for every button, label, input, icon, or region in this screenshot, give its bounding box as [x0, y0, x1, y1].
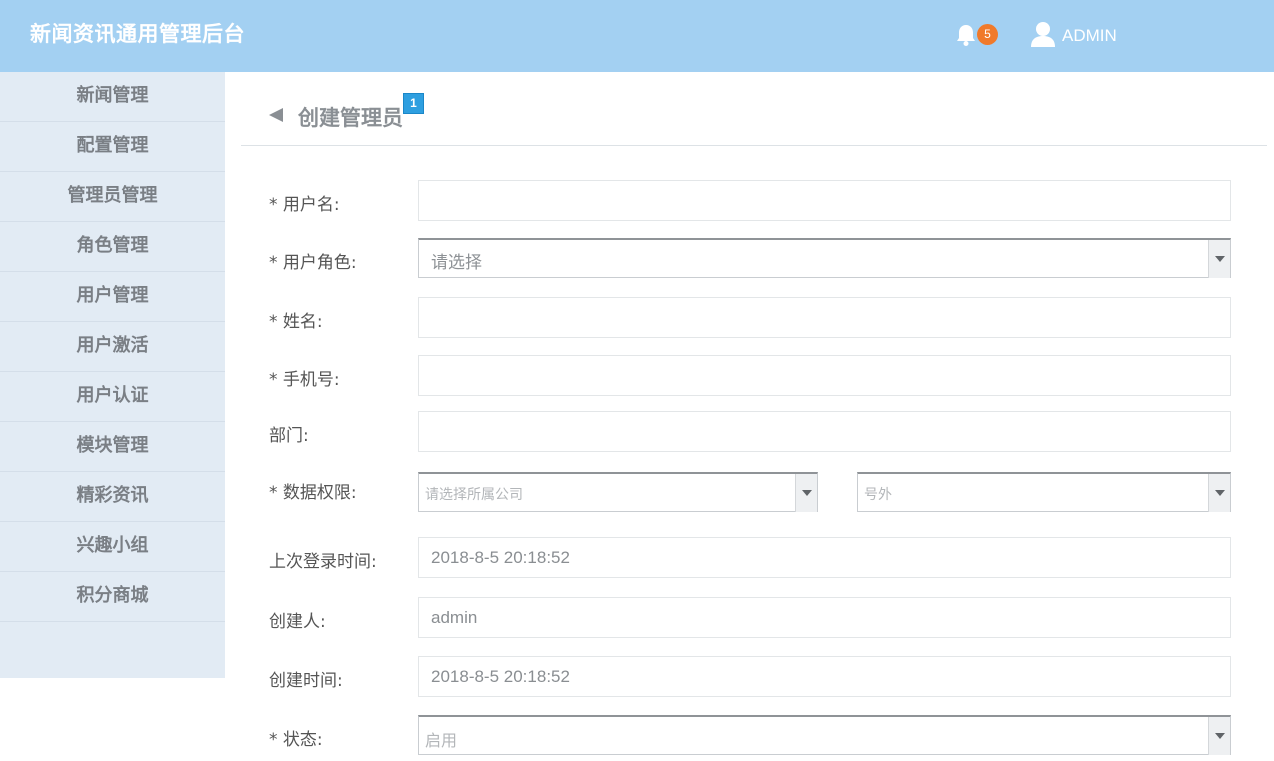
status-select[interactable]: 启用 — [418, 715, 1231, 755]
last-login-field: 2018-8-5 20:18:52 — [418, 537, 1231, 578]
sidebar-item-points-mall[interactable]: 积分商城 — [0, 572, 225, 622]
chevron-down-icon — [1215, 490, 1225, 496]
sidebar-item-user-activation[interactable]: 用户激活 — [0, 322, 225, 372]
creator-value: admin — [431, 608, 478, 627]
created-time-label: 创建时间: — [269, 671, 343, 691]
app-title: 新闻资讯通用管理后台 — [30, 22, 245, 46]
data-permission-label: * 数据权限: — [269, 483, 357, 503]
top-header: 新闻资讯通用管理后台 5 ADMIN — [0, 0, 1274, 72]
bell-icon[interactable] — [955, 23, 977, 47]
user-name[interactable]: ADMIN — [1062, 26, 1117, 46]
sidebar-item-config[interactable]: 配置管理 — [0, 122, 225, 172]
name-input[interactable] — [418, 297, 1231, 338]
created-time-value: 2018-8-5 20:18:52 — [431, 667, 570, 686]
user-avatar-icon[interactable] — [1030, 20, 1056, 48]
chevron-down-icon — [1215, 733, 1225, 739]
sidebar-item-roles[interactable]: 角色管理 — [0, 222, 225, 272]
phone-label: * 手机号: — [269, 370, 340, 390]
sidebar-item-users[interactable]: 用户管理 — [0, 272, 225, 322]
sidebar-item-user-verification[interactable]: 用户认证 — [0, 372, 225, 422]
role-select[interactable]: 请选择 — [418, 238, 1231, 278]
company-select-value: 请选择所属公司 — [425, 487, 523, 503]
department-label: 部门: — [269, 426, 309, 446]
company-select-button[interactable] — [795, 474, 817, 512]
role-label: * 用户角色: — [269, 253, 357, 273]
step-badge: 1 — [403, 93, 424, 114]
name-label: * 姓名: — [269, 312, 323, 332]
last-login-value: 2018-8-5 20:18:52 — [431, 548, 570, 567]
notification-count-badge: 5 — [977, 24, 998, 45]
username-label: * 用户名: — [269, 195, 340, 215]
role-select-value: 请选择 — [431, 253, 482, 273]
creator-field: admin — [418, 597, 1231, 638]
department-input[interactable] — [418, 411, 1231, 452]
created-time-field: 2018-8-5 20:18:52 — [418, 656, 1231, 697]
back-arrow-icon[interactable] — [269, 108, 283, 122]
sub-scope-select-value: 号外 — [864, 487, 892, 503]
page-header: 创建管理员 1 — [241, 72, 1267, 146]
username-input[interactable] — [418, 180, 1231, 221]
company-select[interactable]: 请选择所属公司 — [418, 472, 818, 512]
last-login-label: 上次登录时间: — [269, 552, 377, 572]
chevron-down-icon — [1215, 256, 1225, 262]
sidebar-item-modules[interactable]: 模块管理 — [0, 422, 225, 472]
sidebar: 新闻管理 配置管理 管理员管理 角色管理 用户管理 用户激活 用户认证 模块管理… — [0, 72, 225, 678]
phone-input[interactable] — [418, 355, 1231, 396]
sidebar-item-news[interactable]: 新闻管理 — [0, 72, 225, 122]
sidebar-item-admins[interactable]: 管理员管理 — [0, 172, 225, 222]
sidebar-item-interest-groups[interactable]: 兴趣小组 — [0, 522, 225, 572]
page-title: 创建管理员 — [298, 106, 403, 130]
role-select-button[interactable] — [1208, 240, 1230, 278]
creator-label: 创建人: — [269, 612, 326, 632]
status-label: * 状态: — [269, 730, 323, 750]
status-select-button[interactable] — [1208, 717, 1230, 755]
chevron-down-icon — [802, 490, 812, 496]
sub-scope-select-button[interactable] — [1208, 474, 1230, 512]
sidebar-item-featured-news[interactable]: 精彩资讯 — [0, 472, 225, 522]
sub-scope-select[interactable]: 号外 — [857, 472, 1231, 512]
status-select-value: 启用 — [425, 731, 458, 750]
